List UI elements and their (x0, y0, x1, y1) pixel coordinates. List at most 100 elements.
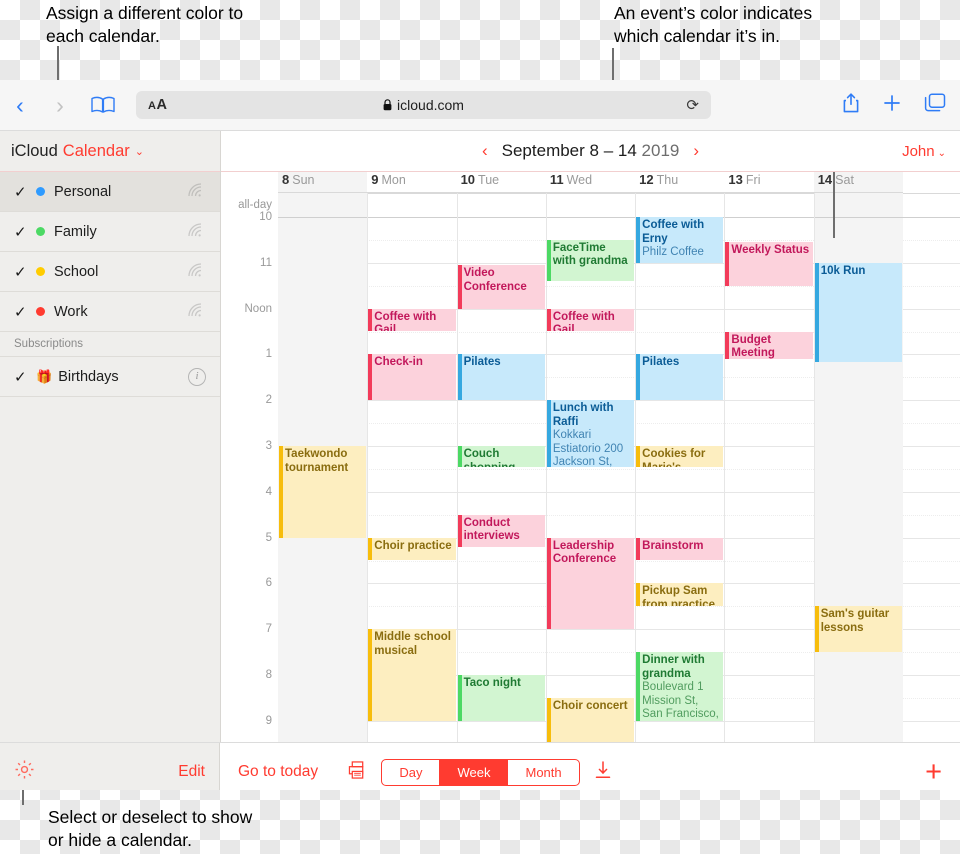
allday-label: all-day (238, 199, 272, 211)
checkmark-icon[interactable]: ✓ (14, 223, 36, 241)
calendar-event[interactable]: Check-in (368, 354, 456, 401)
calendar-event[interactable]: Leadership Conference (546, 537, 635, 630)
broadcast-icon[interactable] (186, 302, 206, 322)
sidebar-item-personal[interactable]: ✓ Personal (0, 172, 220, 212)
account-name: John (902, 142, 935, 160)
calendar-event[interactable]: Choir practice (368, 537, 456, 561)
allday-cell[interactable] (724, 193, 814, 218)
calendar-event[interactable]: Choir concert (546, 697, 635, 742)
event-color-bar (279, 446, 283, 538)
event-title: FaceTime with grandma (552, 241, 628, 268)
sidebar-item-work[interactable]: ✓ Work (0, 292, 220, 332)
allday-cell[interactable] (545, 193, 636, 218)
sidebar-item-school[interactable]: ✓ School (0, 252, 220, 292)
calendar-event[interactable]: Cookies for Marie's school (636, 446, 724, 467)
bottom-toolbar: Edit Go to today Day Week Month + (0, 742, 960, 790)
checkmark-icon[interactable]: ✓ (14, 303, 36, 321)
day-name: Sun (292, 173, 315, 187)
back-icon[interactable]: ‹ (0, 93, 40, 117)
checkmark-icon[interactable]: ✓ (14, 263, 36, 281)
calendar-event[interactable]: Budget Meeting (725, 331, 813, 359)
calendar-event[interactable]: Dinner with grandma Boulevard 1 Mission … (636, 652, 724, 721)
event-location: Kokkari Estiatorio 200 Jackson St, (552, 429, 624, 467)
calendar-event[interactable]: Couch shopping (457, 446, 545, 467)
allday-cell[interactable] (456, 193, 546, 218)
calendar-event[interactable]: Taco night (457, 675, 545, 721)
calendar-color-dot[interactable] (36, 227, 45, 236)
sidebar-item-birthdays[interactable]: ✓ 🎁 Birthdays i (0, 357, 220, 397)
info-icon[interactable]: i (188, 367, 206, 386)
calendar-event[interactable]: 10k Run (814, 262, 902, 363)
calendar-event[interactable]: Conduct interviews (457, 514, 545, 547)
share-icon[interactable] (842, 92, 860, 119)
next-week-button[interactable]: › (693, 141, 699, 161)
view-day-button[interactable]: Day (382, 759, 441, 785)
calendar-event[interactable]: Brainstorm (636, 537, 724, 561)
reader-book-icon[interactable] (80, 96, 126, 114)
event-color-bar (457, 675, 462, 721)
calendar-color-dot[interactable] (36, 187, 45, 196)
subscription-list: ✓ 🎁 Birthdays i (0, 357, 220, 397)
allday-cell[interactable] (813, 193, 903, 218)
checkmark-icon[interactable]: ✓ (14, 183, 36, 201)
broadcast-icon[interactable] (186, 222, 206, 242)
chevron-down-icon[interactable]: ⌄ (135, 145, 144, 158)
tabs-icon[interactable] (924, 92, 946, 118)
reload-icon[interactable]: ⟳ (686, 96, 699, 114)
view-month-button[interactable]: Month (508, 760, 578, 785)
calendar-event[interactable]: Coffee with Gail (546, 308, 635, 332)
day-number: 11 (549, 172, 564, 187)
event-color-bar (636, 446, 641, 467)
address-bar[interactable]: AA icloud.com ⟳ (136, 91, 711, 119)
calendar-color-dot[interactable] (36, 307, 45, 316)
previous-week-button[interactable]: ‹ (482, 141, 488, 161)
day-header: 8 Sun (278, 172, 368, 193)
sidebar-item-family[interactable]: ✓ Family (0, 212, 220, 252)
calendar-event[interactable]: Lunch with Raffi Kokkari Estiatorio 200 … (546, 400, 635, 467)
event-title: Video Conference (463, 267, 527, 293)
allday-cell[interactable] (367, 193, 457, 218)
event-color-bar (636, 652, 641, 721)
day-number: 12 (639, 172, 654, 187)
print-icon[interactable] (348, 760, 367, 784)
event-color-bar (457, 354, 462, 401)
calendar-event[interactable]: Pilates (636, 354, 724, 401)
calendar-header: ‹ September 8 – 14 2019 › John ⌄ (221, 131, 960, 172)
calendar-event[interactable]: Pickup Sam from practice (636, 583, 724, 607)
sidebar-item-label: Personal (54, 183, 112, 200)
view-week-button[interactable]: Week (440, 759, 509, 785)
calendar-event[interactable]: Video Conference (457, 265, 545, 309)
allday-cell[interactable] (635, 193, 725, 218)
day-column-sat[interactable]: 14 Sat (813, 172, 903, 742)
event-color-bar (636, 537, 641, 561)
callout-assign-color: Assign a different color to each calenda… (46, 3, 244, 46)
broadcast-icon[interactable] (186, 262, 206, 282)
day-header: 14 Sat (813, 172, 903, 193)
view-segmented-control[interactable]: Day Week Month (381, 758, 580, 786)
allday-cell[interactable] (278, 193, 368, 218)
calendar-event[interactable]: Coffee with Gail (368, 308, 456, 332)
time-label: 11 (260, 256, 272, 269)
event-color-bar (546, 239, 551, 282)
text-size-icon[interactable]: AA (148, 96, 167, 114)
calendar-event[interactable]: Weekly Status (725, 242, 813, 286)
download-icon[interactable] (594, 760, 612, 785)
week-grid[interactable]: all-day 10 11 Noon 1 2 3 4 5 6 7 8 9 8 Sun 9 Mon 10 Tu… (221, 172, 960, 742)
account-menu[interactable]: John ⌄ (902, 143, 946, 160)
calendar-event[interactable]: FaceTime with grandma (546, 239, 635, 282)
forward-icon[interactable]: › (40, 93, 80, 117)
calendar-color-dot[interactable] (36, 267, 45, 276)
new-tab-icon[interactable] (882, 93, 902, 118)
checkmark-icon[interactable]: ✓ (14, 368, 36, 386)
calendar-event[interactable]: Coffee with Erny Philz Coffee (636, 217, 724, 263)
event-location: Boulevard 1 Mission St, San Francisco, C… (642, 681, 719, 721)
browser-window: ‹ › AA icloud.com ⟳ iCloud Calendar ⌄ ✓ … (0, 80, 960, 790)
calendar-event[interactable]: Sam's guitar lessons (814, 606, 902, 653)
calendar-event[interactable]: Middle school musical (368, 629, 456, 721)
sidebar-title[interactable]: iCloud Calendar ⌄ (0, 131, 220, 172)
add-event-button[interactable]: + (925, 757, 942, 787)
calendar-event[interactable]: Taekwondo tournament (279, 446, 367, 538)
broadcast-icon[interactable] (186, 182, 206, 202)
event-title: Coffee with Erny (642, 219, 705, 245)
calendar-event[interactable]: Pilates (457, 354, 545, 401)
